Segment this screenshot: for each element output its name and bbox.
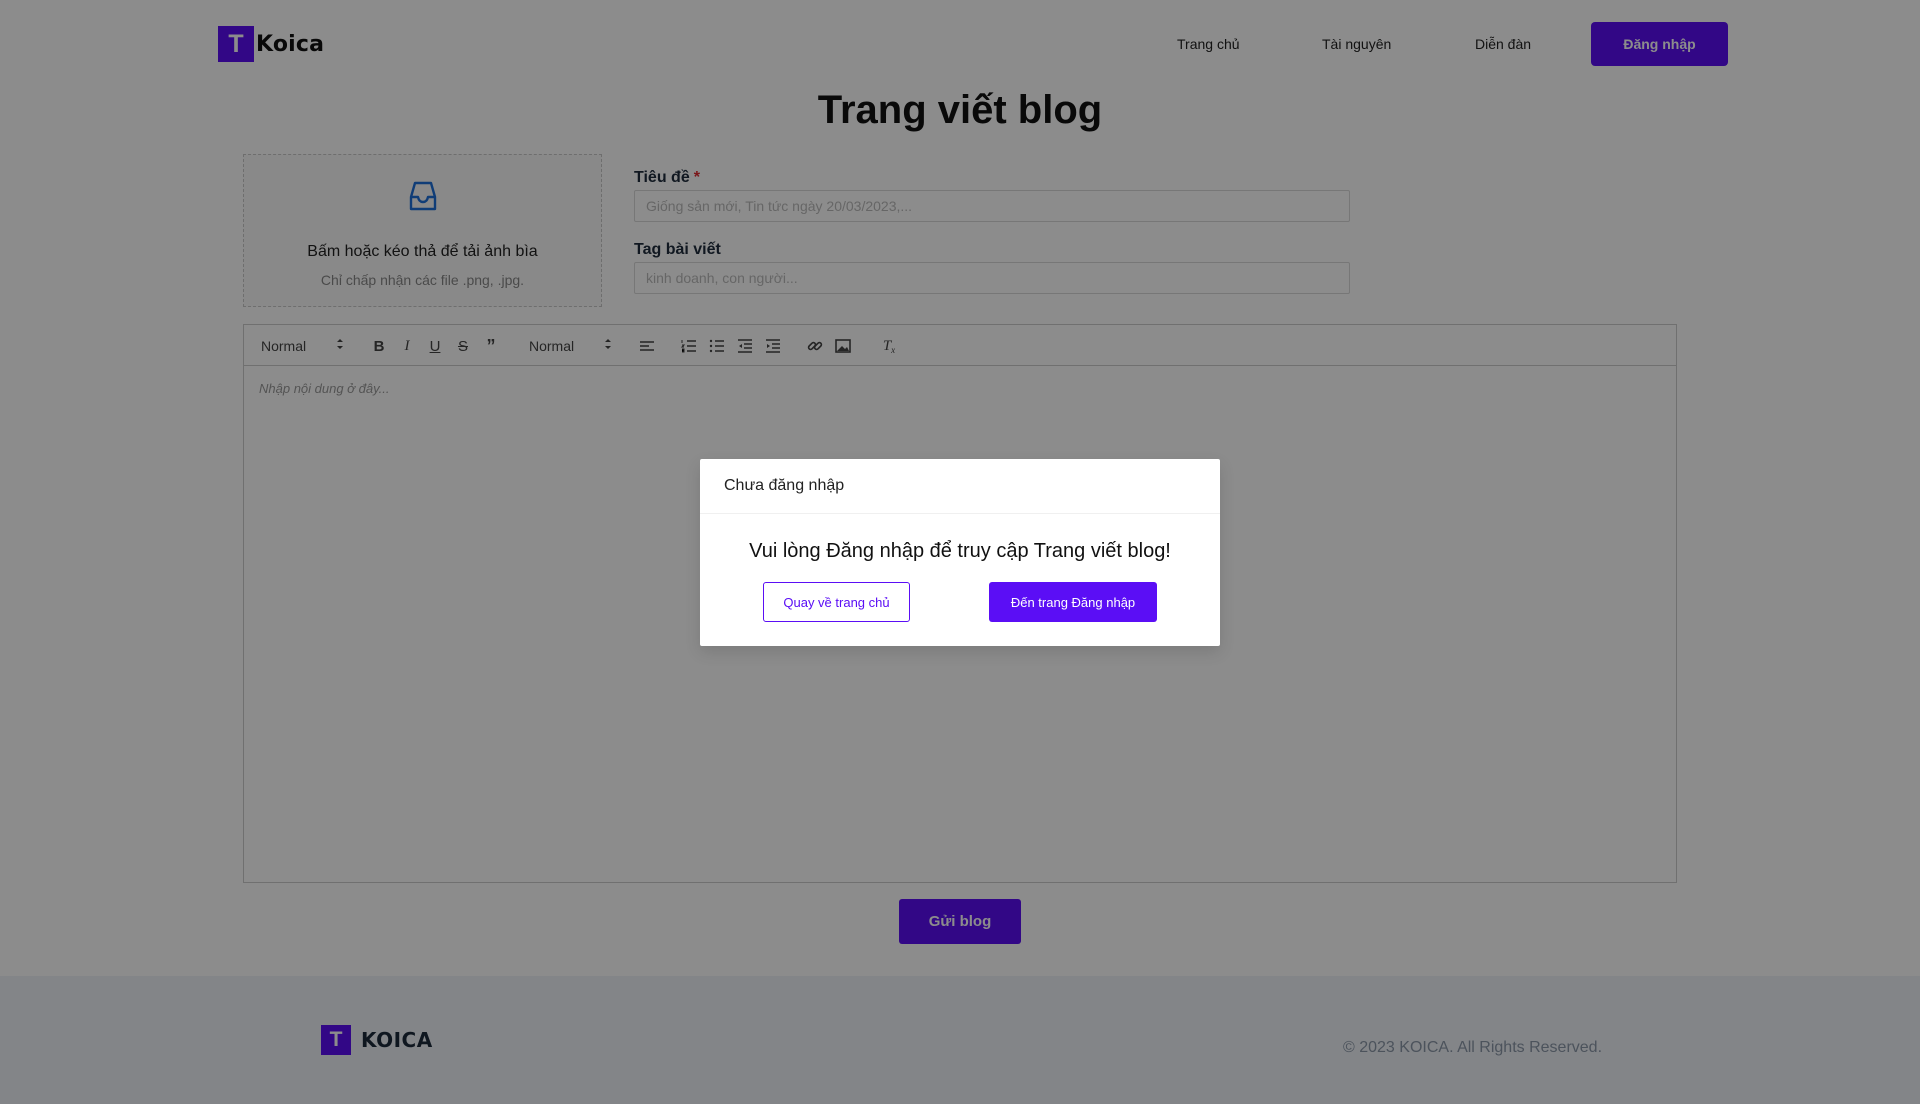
login-required-modal: Chưa đăng nhập Vui lòng Đăng nhập để tru… — [700, 459, 1220, 646]
modal-title: Chưa đăng nhập — [724, 477, 845, 494]
back-home-button[interactable]: Quay về trang chủ — [763, 582, 910, 622]
header-overlay-cutout — [0, 0, 1920, 88]
go-login-button[interactable]: Đến trang Đăng nhập — [989, 582, 1157, 622]
modal-message: Vui lòng Đăng nhập để truy cập Trang viế… — [749, 540, 1171, 562]
modal-header: Chưa đăng nhập — [700, 459, 1220, 514]
